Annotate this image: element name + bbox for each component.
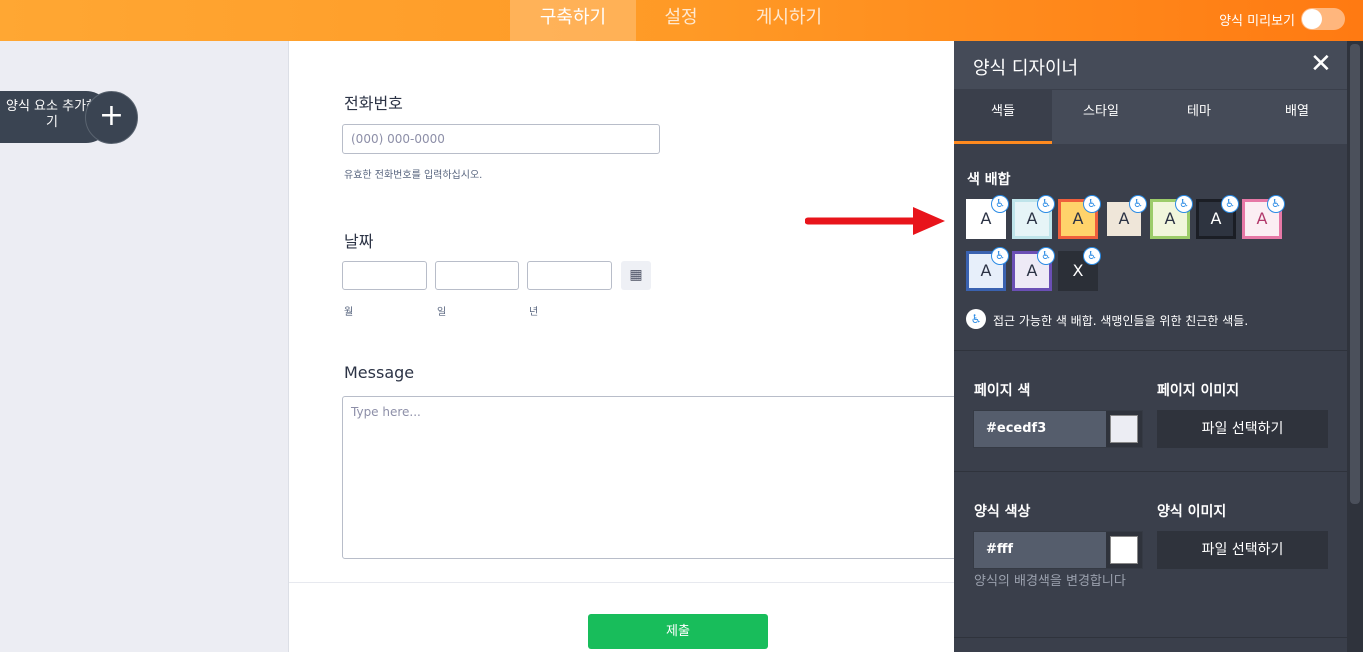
message-label: Message [344, 363, 415, 382]
accessibility-badge-icon: ♿ [991, 247, 1009, 265]
accessible-note: 접근 가능한 색 배합. 색맹인들을 위한 친근한 색들. [993, 314, 1249, 328]
section-divider [954, 350, 1347, 351]
tab-settings[interactable]: 설정 [636, 0, 726, 41]
accessibility-badge-icon: ♿ [991, 195, 1009, 213]
form-image-file-button[interactable]: 파일 선택하기 [1157, 531, 1328, 569]
day-input[interactable] [435, 261, 519, 290]
form-color-value: #fff [986, 542, 1014, 557]
tab-theme[interactable]: 테마 [1150, 90, 1248, 144]
color-scheme-title: 색 배합 [967, 172, 1011, 188]
divider [289, 582, 955, 583]
form-color-input[interactable]: #fff [973, 531, 1143, 569]
date-label: 날짜 [344, 232, 374, 251]
toggle-knob [1302, 9, 1322, 29]
calendar-icon[interactable]: ▦ [621, 261, 651, 290]
year-input[interactable] [527, 261, 612, 290]
page-image-label: 페이지 이미지 [1157, 383, 1240, 399]
accessibility-badge-icon: ♿ [1083, 247, 1101, 265]
accessibility-badge-icon: ♿ [1129, 195, 1147, 213]
page-color-picker[interactable] [1106, 411, 1142, 447]
preview-label: 양식 미리보기 [1219, 14, 1295, 29]
phone-label: 전화번호 [344, 94, 403, 113]
designer-title: 양식 디자이너 [973, 58, 1079, 79]
page-color-swatch [1110, 415, 1138, 443]
tab-style[interactable]: 스타일 [1052, 90, 1150, 144]
tab-publish[interactable]: 게시하기 [726, 0, 852, 41]
close-icon[interactable]: ✕ [1310, 49, 1332, 79]
section-divider [954, 637, 1347, 638]
phone-input[interactable]: (000) 000-0000 [342, 124, 660, 154]
accessibility-icon: ♿ [966, 309, 986, 329]
form-color-swatch [1110, 536, 1138, 564]
plus-icon[interactable]: + [85, 91, 138, 144]
phone-sublabel: 유효한 전화번호를 입력하십시오. [344, 170, 483, 181]
red-arrow-icon [805, 207, 945, 235]
form-designer-panel: 양식 디자이너 ✕ 색들 스타일 테마 배열 색 배합 A ♿ A ♿ A ♿ A ♿ A ♿ A ♿… [954, 41, 1347, 652]
section-divider [954, 471, 1347, 472]
form-canvas: 전화번호 (000) 000-0000 유효한 전화번호를 입력하십시오. 날짜… [288, 41, 962, 652]
message-placeholder: Type here... [351, 405, 421, 419]
designer-header: 양식 디자이너 ✕ [954, 41, 1347, 89]
month-sublabel: 월 [344, 307, 354, 318]
accessibility-badge-icon: ♿ [1221, 195, 1239, 213]
form-color-hint: 양식의 배경색을 변경합니다 [974, 574, 1126, 589]
top-navigation-bar: 구축하기 설정 게시하기 양식 미리보기 [0, 0, 1363, 41]
accessibility-badge-icon: ♿ [1267, 195, 1285, 213]
tab-colors[interactable]: 색들 [954, 90, 1052, 144]
submit-button[interactable]: 제출 [588, 614, 768, 649]
preview-toggle[interactable] [1301, 8, 1345, 30]
page-color-value: #ecedf3 [986, 421, 1047, 436]
accessibility-badge-icon: ♿ [1083, 195, 1101, 213]
accessibility-badge-icon: ♿ [1037, 195, 1055, 213]
form-image-label: 양식 이미지 [1157, 504, 1227, 520]
month-input[interactable] [342, 261, 427, 290]
phone-placeholder: (000) 000-0000 [351, 132, 445, 146]
page-color-label: 페이지 색 [974, 383, 1031, 399]
page-color-input[interactable]: #ecedf3 [973, 410, 1143, 448]
page-image-file-button[interactable]: 파일 선택하기 [1157, 410, 1328, 448]
tab-build[interactable]: 구축하기 [510, 0, 636, 41]
designer-tabs: 색들 스타일 테마 배열 [954, 89, 1347, 144]
form-color-label: 양식 색상 [974, 504, 1031, 520]
day-sublabel: 일 [437, 307, 447, 318]
form-color-picker[interactable] [1106, 532, 1142, 568]
tab-layout[interactable]: 배열 [1248, 90, 1346, 144]
year-sublabel: 년 [529, 307, 539, 318]
accessibility-badge-icon: ♿ [1037, 247, 1055, 265]
message-textarea[interactable]: Type here... [342, 396, 962, 559]
accessibility-badge-icon: ♿ [1175, 195, 1193, 213]
scrollbar-thumb[interactable] [1350, 44, 1360, 504]
